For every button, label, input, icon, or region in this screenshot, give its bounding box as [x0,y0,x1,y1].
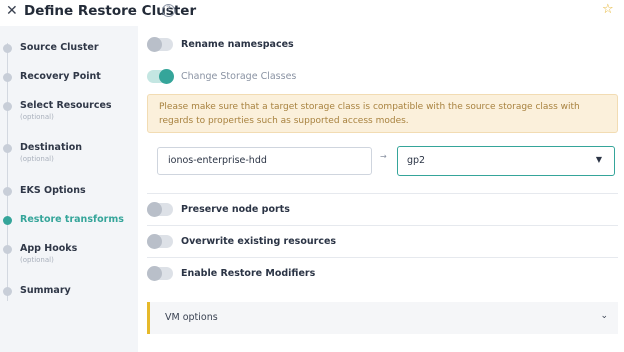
vm-options-panel[interactable]: VM options ⌄ [147,302,618,334]
dialog-header: ✕ Define Restore Cluster ? ☆ [0,0,624,26]
change-storage-classes-label: Change Storage Classes [181,71,297,82]
step-optional-label: (optional) [20,256,54,264]
step-optional-label: (optional) [20,113,54,121]
enable-restore-modifiers-label: Enable Restore Modifiers [181,268,316,279]
toggle-knob [147,37,162,52]
step-label: App Hooks [20,243,78,254]
help-icon[interactable]: ? [162,4,175,17]
overwrite-existing-label: Overwrite existing resources [181,236,337,247]
step-dot [3,73,12,82]
step-label: Summary [20,285,71,296]
step-dot [3,102,12,111]
target-storage-class-value: gp2 [407,155,426,166]
rename-namespaces-label: Rename namespaces [181,39,294,50]
mapping-arrow-icon: → [380,152,387,161]
step-label: Restore transforms [20,214,124,225]
step-label: Destination [20,142,83,153]
toggle-knob [147,266,162,281]
step-label: Select Resources [20,100,112,111]
toggle-knob [147,202,162,217]
rename-namespaces-toggle[interactable] [147,37,173,52]
change-storage-classes-toggle[interactable] [147,69,174,84]
toggle-knob [147,234,162,249]
step-dot [3,144,12,153]
target-storage-class-select[interactable]: gp2 ▼ [397,146,615,176]
section-divider [147,225,618,226]
close-icon[interactable]: ✕ [6,3,18,19]
preserve-node-ports-label: Preserve node ports [181,204,290,215]
step-dot [3,187,12,196]
wizard-sidebar: Source Cluster Recovery Point Select Res… [0,26,138,352]
source-storage-class-value: ionos-enterprise-hdd [168,155,267,166]
step-dot [3,287,12,296]
star-icon[interactable]: ☆ [602,2,614,18]
section-divider [147,257,618,258]
source-storage-class-field[interactable]: ionos-enterprise-hdd [157,147,372,175]
toggle-knob [159,69,174,84]
step-dot-active [3,216,12,225]
chevron-down-icon[interactable]: ⌄ [600,311,608,321]
step-label: EKS Options [20,185,86,196]
step-optional-label: (optional) [20,155,54,163]
vm-options-label: VM options [165,312,218,323]
step-label: Source Cluster [20,42,99,53]
storage-class-warning: Please make sure that a target storage c… [147,94,618,133]
preserve-node-ports-toggle[interactable] [147,202,173,217]
step-label: Recovery Point [20,71,101,82]
warning-text: Please make sure that a target storage c… [159,102,580,126]
overwrite-existing-toggle[interactable] [147,234,173,249]
step-dot [3,44,12,53]
caret-down-icon: ▼ [595,155,602,164]
enable-restore-modifiers-toggle[interactable] [147,266,173,281]
step-dot [3,245,12,254]
section-divider [147,193,618,194]
